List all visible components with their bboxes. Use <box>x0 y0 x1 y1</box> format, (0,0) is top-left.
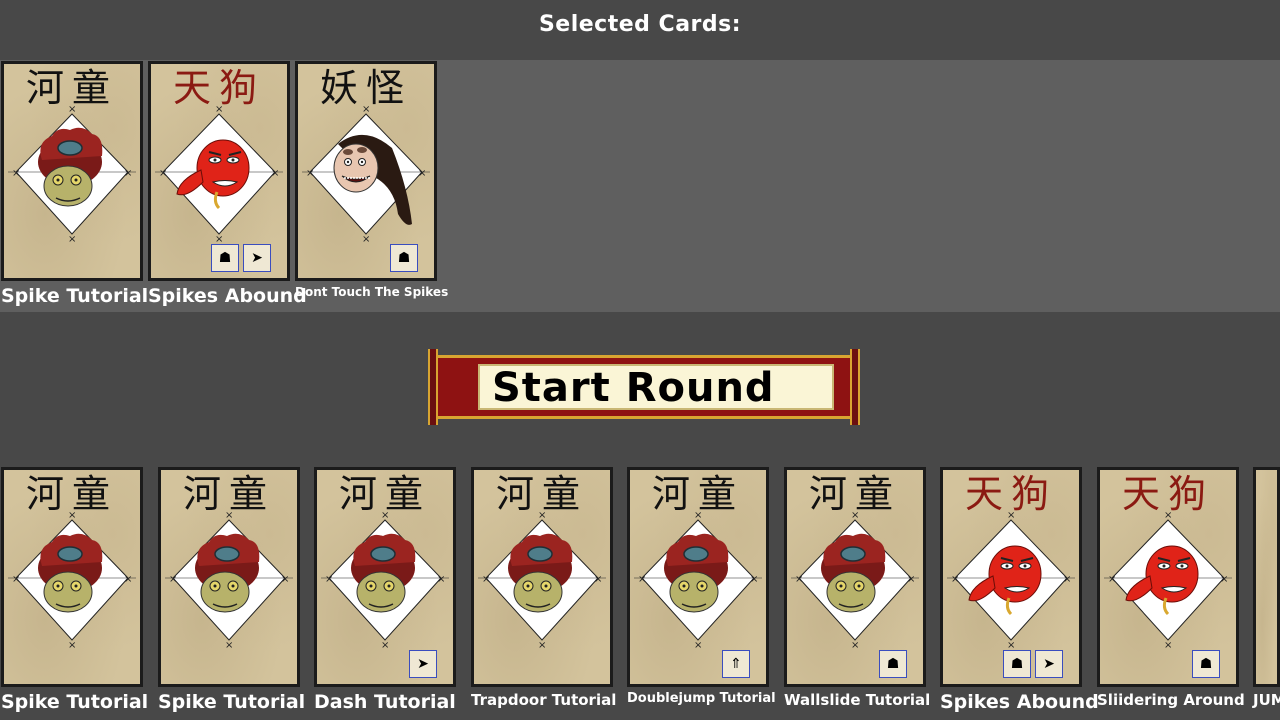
svg-text:×: × <box>437 574 445 585</box>
dash-icon: ➤ <box>1035 650 1063 678</box>
deck-card-tengu[interactable]: × × × × 天狗 ☗ <box>1097 467 1239 687</box>
svg-text:×: × <box>795 574 803 585</box>
silhouette-icon: ☗ <box>1192 650 1220 678</box>
dash-icon: ➤ <box>243 244 271 272</box>
svg-text:×: × <box>1108 574 1116 585</box>
card-label: Dont Touch The Spikes <box>295 285 449 299</box>
card-kanji: 天狗 <box>964 472 1057 516</box>
svg-text:×: × <box>381 640 389 651</box>
deck-card-partial[interactable] <box>1253 467 1280 687</box>
svg-text:×: × <box>325 574 333 585</box>
deck-card-kappa[interactable]: × × × × 河童 <box>1 467 143 687</box>
deck-card-kappa[interactable]: × × × × 河童 ☗ <box>784 467 926 687</box>
deck-card-tengu[interactable]: × × × × 天狗 ☗ ➤ <box>940 467 1082 687</box>
card-kanji: 河童 <box>182 472 275 516</box>
card-kanji: 妖怪 <box>319 66 412 110</box>
card-kanji: 天狗 <box>172 66 265 110</box>
svg-text:×: × <box>951 574 959 585</box>
svg-text:×: × <box>1220 574 1228 585</box>
card-kanji: 天狗 <box>1121 472 1214 516</box>
svg-text:×: × <box>750 574 758 585</box>
card-label: Trapdoor Tutorial <box>471 691 617 709</box>
svg-text:×: × <box>225 640 233 651</box>
deck-card-kappa[interactable]: × × × × 河童 <box>158 467 300 687</box>
card-label: Spike Tutorial <box>1 285 149 307</box>
card-label: Spike Tutorial <box>1 691 149 713</box>
svg-text:×: × <box>68 640 76 651</box>
selected-card-kappa[interactable]: × × × × 河童 <box>1 61 143 281</box>
svg-text:×: × <box>271 168 279 179</box>
svg-text:×: × <box>362 234 370 245</box>
scroll-right-rod <box>850 349 860 425</box>
silhouette-icon: ☗ <box>211 244 239 272</box>
card-label: Spikes Abound <box>940 691 1099 713</box>
svg-text:×: × <box>306 168 314 179</box>
card-kanji: 河童 <box>495 472 588 516</box>
svg-text:×: × <box>482 574 490 585</box>
svg-text:×: × <box>538 640 546 651</box>
svg-text:×: × <box>907 574 915 585</box>
svg-text:×: × <box>68 234 76 245</box>
card-label: Sliidering Around <box>1097 691 1245 709</box>
svg-text:×: × <box>694 640 702 651</box>
card-kanji: 河童 <box>25 66 118 110</box>
svg-text:×: × <box>1063 574 1071 585</box>
selected-cards-title: Selected Cards: <box>538 12 742 37</box>
start-round-label: Start Round <box>492 365 775 411</box>
start-round-button[interactable]: Start Round <box>428 349 860 425</box>
deck-card-kappa[interactable]: × × × × 河童 <box>471 467 613 687</box>
silhouette-icon: ☗ <box>390 244 418 272</box>
card-kanji: 河童 <box>808 472 901 516</box>
svg-text:×: × <box>594 574 602 585</box>
svg-text:×: × <box>124 168 132 179</box>
svg-text:×: × <box>851 640 859 651</box>
scroll-left-rod <box>428 349 438 425</box>
svg-text:×: × <box>1164 640 1172 651</box>
svg-text:×: × <box>418 168 426 179</box>
card-label: Doublejump Tutorial <box>627 691 776 706</box>
svg-text:×: × <box>281 574 289 585</box>
jump-icon: ⇑ <box>722 650 750 678</box>
svg-text:×: × <box>12 574 20 585</box>
deck-card-kappa[interactable]: × × × × 河童 ➤ <box>314 467 456 687</box>
card-kanji: 河童 <box>338 472 431 516</box>
silhouette-icon: ☗ <box>879 650 907 678</box>
svg-text:×: × <box>638 574 646 585</box>
svg-text:×: × <box>12 168 20 179</box>
selected-card-tengu[interactable]: × × × × 天狗 ☗ ➤ <box>148 61 290 281</box>
dash-icon: ➤ <box>409 650 437 678</box>
svg-text:×: × <box>169 574 177 585</box>
card-label: Dash Tutorial <box>314 691 456 713</box>
svg-text:×: × <box>124 574 132 585</box>
selected-card-yokai[interactable]: × × × × 妖怪 ☗ <box>295 61 437 281</box>
silhouette-icon: ☗ <box>1003 650 1031 678</box>
card-label: Spikes Abound <box>148 285 307 307</box>
card-kanji: 河童 <box>651 472 744 516</box>
partial-portrait-icon <box>1256 470 1280 684</box>
card-kanji: 河童 <box>25 472 118 516</box>
card-label: Wallslide Tutorial <box>784 691 931 709</box>
deck-card-kappa[interactable]: × × × × 河童 ⇑ <box>627 467 769 687</box>
card-selection-screen: Selected Cards: × × × × 河童 Spike Tutorial… <box>0 0 1280 720</box>
svg-text:×: × <box>159 168 167 179</box>
card-label: Spike Tutorial <box>158 691 306 713</box>
card-label: JUM <box>1253 691 1280 709</box>
